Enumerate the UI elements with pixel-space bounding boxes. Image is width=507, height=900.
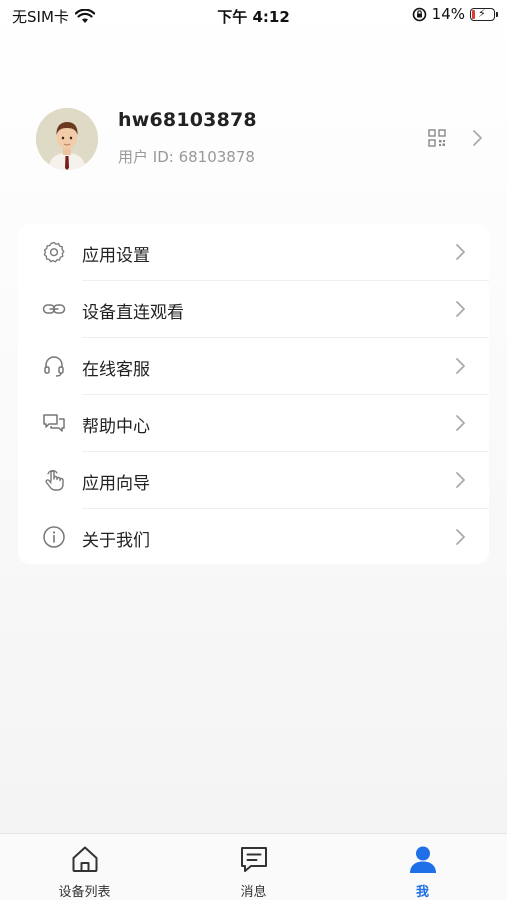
chevron-right-icon [456,301,465,317]
username: hw68103878 [118,109,257,131]
battery-level-fill [472,9,475,19]
menu-item-label: 帮助中心 [82,417,150,437]
status-bar: 无SIM卡 下午 4:12 14% ⚡ [0,0,507,30]
home-icon [72,846,98,872]
chevron-right-icon [456,529,465,545]
message-icon [241,847,267,872]
menu-item-device-direct-view[interactable]: 设备直连观看 [18,281,489,338]
avatar[interactable] [36,108,98,170]
menu-item-label: 应用设置 [82,246,150,266]
menu-item-about-us[interactable]: 关于我们 [18,509,489,566]
tab-me[interactable]: 我 [338,834,507,900]
tab-label: 设备列表 [58,885,111,900]
menu-item-help-center[interactable]: 帮助中心 [18,395,489,452]
tab-label: 我 [415,885,429,900]
menu-item-label: 在线客服 [82,360,150,380]
qr-code-icon[interactable] [428,129,446,147]
info-icon [43,526,65,548]
person-icon [410,846,436,873]
tab-messages[interactable]: 消息 [169,834,338,900]
user-id: 用户 ID: 68103878 [118,148,255,166]
tab-label: 消息 [240,885,267,900]
menu-item-label: 关于我们 [82,531,150,551]
bottom-tab-bar: 设备列表 消息 我 [0,833,507,900]
headset-icon [44,356,64,377]
chevron-right-icon [456,472,465,488]
profile-header[interactable]: hw68103878 用户 ID: 68103878 [0,100,507,180]
menu-item-label: 设备直连观看 [82,303,184,323]
gear-icon [43,241,65,263]
menu-item-app-settings[interactable]: 应用设置 [18,224,489,281]
menu-item-label: 应用向导 [82,474,150,494]
chevron-right-icon[interactable] [470,129,484,147]
chevron-right-icon [456,415,465,431]
tab-device-list[interactable]: 设备列表 [0,834,169,900]
battery-icon: ⚡ [470,6,498,21]
menu-item-online-support[interactable]: 在线客服 [18,338,489,395]
hand-pointer-icon [45,470,64,491]
charging-bolt-icon: ⚡ [478,6,486,20]
chevron-right-icon [456,244,465,260]
battery-percent: 14% [431,5,465,23]
link-icon [42,304,66,314]
settings-menu: 应用设置 设备直连观看 在线客服 帮助中心 应用向导 关于我们 [18,224,489,564]
orientation-lock-icon [412,7,426,21]
chat-bubbles-icon [43,414,65,432]
chevron-right-icon [456,358,465,374]
menu-item-app-guide[interactable]: 应用向导 [18,452,489,509]
status-bar-right: 14% ⚡ [412,5,498,23]
